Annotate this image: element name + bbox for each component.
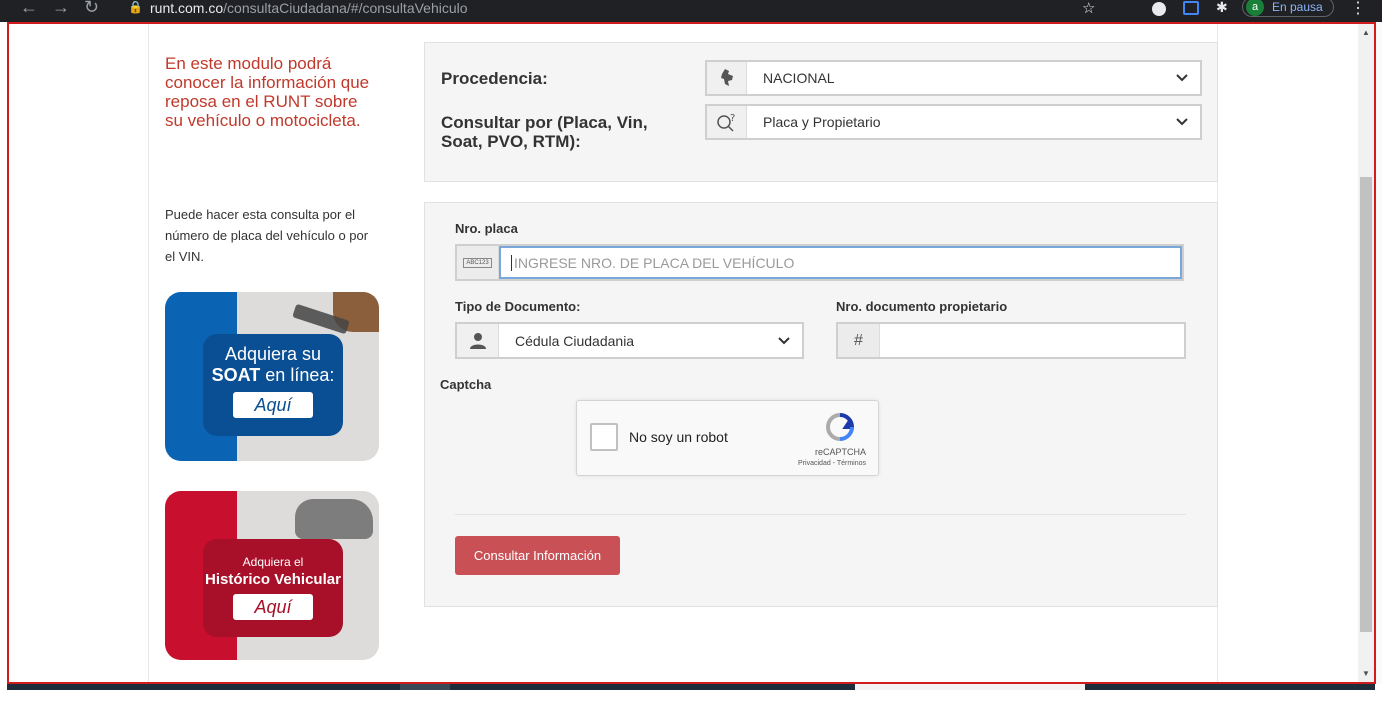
recaptcha-widget: No soy un robot reCAPTCHA Privacidad - T…: [576, 400, 879, 476]
placa-placeholder: INGRESE NRO. DE PLACA DEL VEHÍCULO: [514, 254, 795, 271]
lock-icon[interactable]: 🔒: [128, 0, 143, 14]
car-image: [295, 499, 373, 539]
recaptcha-brand: reCAPTCHA: [814, 447, 866, 457]
historico-promo-card: Adquiera el Histórico Vehicular Aquí: [203, 539, 343, 637]
taskbar: [7, 684, 1375, 690]
nro-documento-label: Nro. documento propietario: [836, 299, 1008, 314]
captcha-label: Captcha: [440, 377, 492, 392]
profile-chip[interactable]: a En pausa: [1242, 0, 1334, 17]
colombia-map-icon: [707, 62, 747, 94]
soat-promo-line1: Adquiera su: [224, 344, 322, 364]
recaptcha-checkbox[interactable]: [590, 423, 618, 451]
consultar-informacion-button[interactable]: Consultar Información: [455, 536, 620, 575]
consultar-por-value: Placa y Propietario: [763, 114, 881, 130]
nro-documento-input-group: #: [836, 322, 1186, 359]
historico-aqui-button[interactable]: Aquí: [233, 594, 313, 620]
bookmark-star-icon[interactable]: ☆: [1082, 0, 1095, 17]
tipo-documento-select[interactable]: Cédula Ciudadania: [455, 322, 804, 359]
description-text: Puede hacer esta consulta por el número …: [165, 207, 369, 264]
user-icon: [457, 324, 499, 357]
procedencia-label: Procedencia:: [441, 69, 548, 88]
forward-icon[interactable]: →: [52, 0, 84, 17]
url-host: runt.com.co: [150, 0, 224, 16]
back-icon[interactable]: ←: [20, 0, 52, 17]
extension-icon[interactable]: [1152, 2, 1166, 16]
taskbar-window-preview: [855, 684, 1085, 690]
soat-aqui-button[interactable]: Aquí: [233, 392, 313, 418]
soat-promo-rest: en línea:: [260, 365, 335, 385]
scroll-up-icon[interactable]: ▲: [1362, 28, 1370, 37]
url-path: /consultaCiudadana/#/consultaVehiculo: [223, 0, 468, 16]
taskbar-item: [400, 684, 450, 690]
consultar-por-select[interactable]: ? Placa y Propietario: [705, 104, 1202, 140]
recaptcha-logo-icon: [824, 413, 856, 441]
svg-text:?: ?: [730, 113, 735, 124]
tipo-documento-value: Cédula Ciudadania: [515, 332, 635, 349]
search-form-panel: Nro. placa ABC123 INGRESE NRO. DE PLACA …: [424, 202, 1218, 607]
puzzle-extensions-icon[interactable]: ✱: [1216, 0, 1228, 16]
page-viewport: En este modulo podrá conocer la informac…: [7, 22, 1376, 684]
profile-status: En pausa: [1272, 0, 1323, 14]
nro-documento-input[interactable]: [880, 324, 1184, 357]
hash-icon: #: [838, 324, 880, 357]
license-plate-icon: ABC123: [457, 246, 499, 279]
historico-promo-line1: Adquiera el: [242, 555, 304, 569]
historico-promo-banner[interactable]: Adquiera el Histórico Vehicular Aquí: [165, 491, 379, 660]
text-caret: [511, 254, 512, 271]
chevron-down-icon: [1176, 115, 1200, 129]
soat-promo-line2: SOAT en línea:: [203, 365, 343, 386]
content-container: En este modulo podrá conocer la informac…: [148, 24, 1218, 682]
soat-promo-card: Adquiera su SOAT en línea: Aquí: [203, 334, 343, 436]
address-bar[interactable]: runt.com.co/consultaCiudadana/#/consulta…: [150, 0, 468, 16]
placa-label: Nro. placa: [455, 221, 518, 236]
placa-input-group: ABC123 INGRESE NRO. DE PLACA DEL VEHÍCUL…: [455, 244, 1184, 281]
browser-toolbar: ←→↻ 🔒 runt.com.co/consultaCiudadana/#/co…: [0, 0, 1382, 22]
procedencia-value: NACIONAL: [763, 70, 835, 86]
consultar-label: Consultar por (Placa, Vin, Soat, PVO, RT…: [441, 113, 648, 151]
form-divider: [455, 514, 1186, 515]
vertical-scrollbar[interactable]: ▲ ▼: [1358, 24, 1374, 682]
intro-text: En este modulo podrá conocer la informac…: [165, 54, 370, 130]
avatar: a: [1246, 0, 1264, 16]
query-type-panel: Procedencia: NACIONAL Consultar por (Pla…: [424, 42, 1218, 182]
chevron-down-icon: [1176, 71, 1200, 85]
soat-promo-bold: SOAT: [211, 365, 261, 385]
kebab-menu-icon[interactable]: ⋮: [1350, 0, 1366, 18]
chevron-down-icon: [778, 334, 802, 348]
scroll-down-icon[interactable]: ▼: [1362, 669, 1370, 678]
historico-promo-line2: Histórico Vehicular: [205, 571, 341, 588]
procedencia-select[interactable]: NACIONAL: [705, 60, 1202, 96]
nav-arrows[interactable]: ←→↻: [20, 0, 113, 18]
soat-promo-banner[interactable]: Adquiera su SOAT en línea: Aquí: [165, 292, 379, 461]
window-edge: [1376, 22, 1382, 684]
placa-input[interactable]: INGRESE NRO. DE PLACA DEL VEHÍCULO: [499, 246, 1182, 279]
tipo-documento-label: Tipo de Documento:: [455, 299, 581, 314]
recaptcha-terms-link[interactable]: Privacidad - Términos: [798, 460, 866, 467]
taskbar-strip: [0, 684, 1382, 707]
search-question-icon: ?: [707, 106, 747, 138]
scrollbar-thumb[interactable]: [1360, 177, 1372, 632]
recaptcha-text: No soy un robot: [629, 429, 728, 445]
reload-icon[interactable]: ↻: [84, 0, 113, 17]
outlook-extension-icon[interactable]: [1183, 1, 1199, 15]
